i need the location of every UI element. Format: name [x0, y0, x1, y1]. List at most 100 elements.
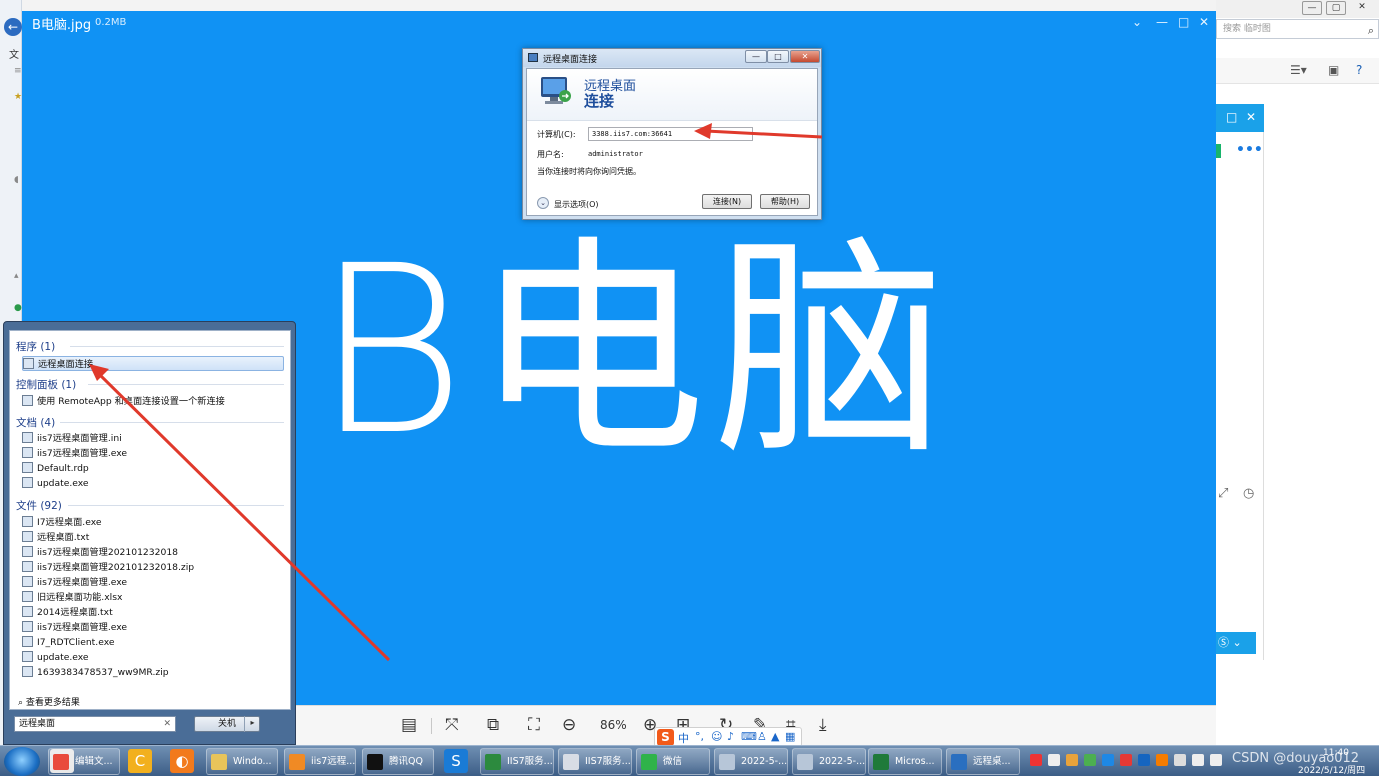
tray-icon[interactable]	[1138, 754, 1150, 766]
tray-icon[interactable]	[1156, 754, 1168, 766]
start-button[interactable]	[4, 747, 40, 776]
more-icon[interactable]: •••	[1236, 142, 1263, 158]
sogou-icon[interactable]: S	[657, 729, 674, 746]
taskbar-item[interactable]: 2022-5-...	[714, 748, 788, 775]
viewer-titlebar: B电脑.jpg 0.2MB ⌄ — □ ✕	[22, 11, 1216, 33]
result-item[interactable]: update.exe	[22, 476, 284, 491]
pane-icon[interactable]: ▣	[1328, 63, 1339, 77]
result-item[interactable]: Default.rdp	[22, 461, 284, 476]
maximize-icon[interactable]: □	[1226, 110, 1237, 124]
minimize-icon[interactable]: —	[745, 50, 767, 63]
tray-icon[interactable]	[1066, 754, 1078, 766]
minimize-icon[interactable]: —	[1156, 15, 1168, 29]
taskbar-item[interactable]: Micros...	[868, 748, 942, 775]
connect-button[interactable]: 连接(N)	[702, 194, 752, 209]
control-panel-header[interactable]: 控制面板 (1)	[16, 377, 76, 392]
result-item[interactable]: 远程桌面.txt	[22, 530, 284, 545]
clock-time[interactable]: 11:40	[1323, 748, 1349, 758]
tray-icon[interactable]	[1102, 754, 1114, 766]
maximize-icon[interactable]: □	[767, 50, 789, 63]
maximize-icon[interactable]: □	[1178, 15, 1189, 29]
punctuation-icon[interactable]: °,	[695, 730, 704, 743]
close-icon[interactable]: ✕	[1352, 1, 1372, 15]
ime-mode-label[interactable]: 中	[678, 730, 689, 746]
minimize-icon[interactable]: —	[1302, 1, 1322, 15]
result-item[interactable]: iis7远程桌面管理.ini	[22, 431, 284, 446]
taskbar-item[interactable]: Windo...	[206, 748, 278, 775]
documents-header[interactable]: 文档 (4)	[16, 415, 55, 430]
see-more-results[interactable]: ⌕ 查看更多结果	[18, 695, 80, 708]
result-item[interactable]: I7_RDTClient.exe	[22, 635, 284, 650]
view-options-icon[interactable]: ☰▾	[1290, 63, 1307, 77]
tray-icon[interactable]	[1048, 754, 1060, 766]
shutdown-options-icon[interactable]: ▸	[244, 716, 260, 732]
result-item[interactable]: 旧远程桌面功能.xlsx	[22, 590, 284, 605]
firefox-icon[interactable]: ◐	[170, 749, 194, 773]
close-icon[interactable]: ✕	[1246, 110, 1256, 124]
clear-search-icon[interactable]: ✕	[163, 717, 171, 731]
start-search-input[interactable]: 远程桌面 ✕	[14, 716, 176, 732]
expand-icon[interactable]: ⤢	[1218, 486, 1228, 501]
result-item[interactable]: iis7远程桌面管理202101232018.zip	[22, 560, 284, 575]
clock-icon[interactable]: ◷	[1243, 486, 1254, 501]
result-item[interactable]: 远程桌面连接	[22, 356, 284, 371]
result-item[interactable]: 使用 RemoteApp 和桌面连接设置一个新连接	[22, 394, 284, 409]
menu-fragment[interactable]: 文	[9, 46, 19, 61]
toolbox-icon[interactable]: ▦	[785, 730, 795, 743]
back-icon[interactable]: ←	[4, 18, 22, 36]
close-icon[interactable]: ✕	[790, 50, 820, 63]
taskbar-item[interactable]: 编辑文...	[48, 748, 120, 775]
help-icon[interactable]: ?	[1356, 63, 1362, 77]
zoom-out-icon[interactable]: ⊖	[562, 715, 576, 735]
result-item[interactable]: iis7远程桌面管理.exe	[22, 446, 284, 461]
divider	[88, 384, 284, 385]
crop-frame-icon[interactable]: ⛶	[528, 715, 540, 735]
taskbar-item[interactable]: 远程桌...	[946, 748, 1020, 775]
chevron-down-icon[interactable]: ⌄	[537, 197, 549, 209]
help-button[interactable]: 帮助(H)	[760, 194, 810, 209]
files-header[interactable]: 文件 (92)	[16, 498, 62, 513]
computer-field[interactable]: 3388.iis7.com:36641	[588, 127, 753, 141]
result-item[interactable]: 2014远程桌面.txt	[22, 605, 284, 620]
taskbar-item[interactable]: 2022-5-...	[792, 748, 866, 775]
user-icon[interactable]: ♙	[757, 730, 767, 743]
show-options-link[interactable]: 显示选项(O)	[554, 199, 599, 210]
sogou-tray-icon[interactable]	[1030, 754, 1042, 766]
search-input[interactable]: 搜索 临时图 ⌕	[1216, 19, 1379, 39]
search-placeholder: 搜索 临时图	[1223, 24, 1271, 34]
result-item[interactable]: iis7远程桌面管理.exe	[22, 620, 284, 635]
result-item[interactable]: 1639383478537_ww9MR.zip	[22, 665, 284, 680]
taskbar-item[interactable]: 腾讯QQ	[362, 748, 434, 775]
restore-icon[interactable]: ▢	[1326, 1, 1346, 15]
taskbar-item[interactable]: 微信	[636, 748, 710, 775]
taskbar-item[interactable]: IIS7服务...	[558, 748, 632, 775]
result-item[interactable]: I7远程桌面.exe	[22, 515, 284, 530]
result-item[interactable]: update.exe	[22, 650, 284, 665]
skin-icon[interactable]: ▲	[771, 730, 779, 743]
image-caption: B电脑	[314, 216, 954, 486]
original-size-icon[interactable]: ⧉	[487, 715, 499, 735]
network-icon[interactable]	[1192, 754, 1204, 766]
layout-icon[interactable]: ▤	[401, 715, 417, 735]
result-item[interactable]: iis7远程桌面管理.exe	[22, 575, 284, 590]
volume-icon[interactable]	[1210, 754, 1222, 766]
clock-date[interactable]: 2022/5/12/周四	[1298, 763, 1365, 776]
keyboard-icon[interactable]: ⌨	[741, 730, 757, 743]
result-item[interactable]: iis7远程桌面管理202101232018	[22, 545, 284, 560]
voice-icon[interactable]: ♪	[727, 730, 734, 743]
taskbar-item[interactable]: iis7远程...	[284, 748, 356, 775]
programs-header[interactable]: 程序 (1)	[16, 339, 55, 354]
wechat-tray-icon[interactable]	[1084, 754, 1096, 766]
app-icon[interactable]: C	[128, 749, 152, 773]
tray-icon[interactable]	[1174, 754, 1186, 766]
search-icon[interactable]: ⌕	[1368, 22, 1374, 40]
emoji-icon[interactable]: ☺	[711, 730, 722, 743]
taskbar-item[interactable]: IIS7服务...	[480, 748, 554, 775]
sogou-browser-icon[interactable]: S	[444, 749, 468, 773]
fit-icon[interactable]: ⤧	[445, 715, 459, 735]
chevron-down-icon[interactable]: ⌄	[1132, 15, 1142, 29]
send-button[interactable]: Ⓢ ⌄	[1216, 632, 1256, 654]
tray-icon[interactable]	[1120, 754, 1132, 766]
download-icon[interactable]: ⤓	[819, 715, 827, 735]
close-icon[interactable]: ✕	[1199, 15, 1209, 29]
